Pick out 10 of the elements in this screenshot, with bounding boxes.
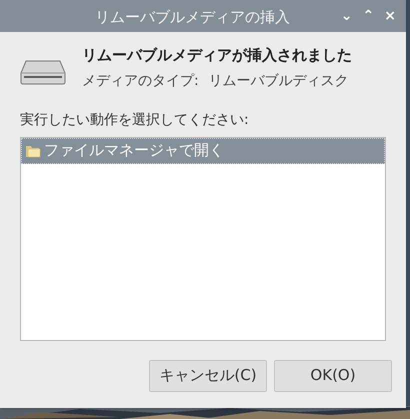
drive-icon [20, 58, 66, 85]
prompt-label: 実行したい動作を選択してください: [20, 110, 250, 130]
folder-icon [25, 144, 41, 158]
action-item[interactable]: ファイルマネージャで開く [21, 138, 385, 164]
media-type-value: リムーバブルディスク [208, 72, 349, 90]
dialog-heading: リムーバブルメディアが挿入されました [82, 45, 352, 66]
window-title: リムーバブルメディアの挿入 [95, 7, 290, 28]
cancel-button[interactable]: キャンセル(C) [149, 360, 267, 392]
ok-button[interactable]: OK(O) [274, 360, 392, 392]
media-type-label: メディアのタイプ: [82, 72, 199, 90]
